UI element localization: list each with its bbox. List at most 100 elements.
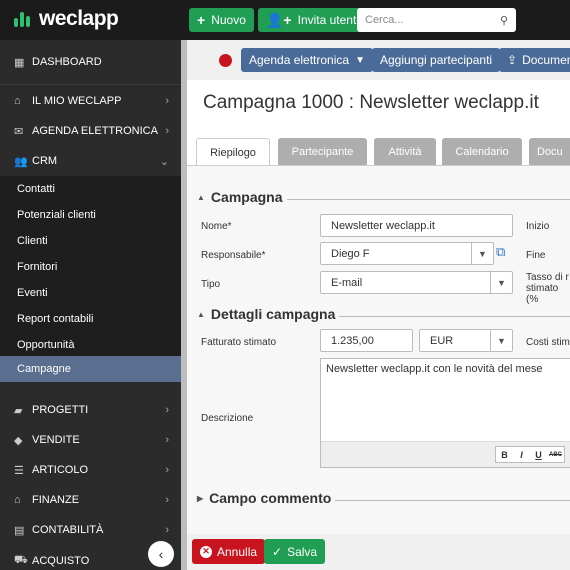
rich-text-toolbar: B I U ABC: [321, 441, 570, 467]
chevron-right-icon: ›: [165, 464, 169, 476]
responsible-select[interactable]: Diego F ▼: [320, 242, 494, 265]
tab-label: Riepilogo: [210, 146, 256, 159]
revenue-value: 1.235,00: [331, 334, 374, 347]
tab-label: Partecipante: [291, 146, 354, 158]
section-campagna[interactable]: ▲ Campagna: [197, 189, 283, 205]
sidebar-item-finanze[interactable]: ⌂ FINANZE ›: [0, 485, 181, 515]
sidebar-sub-opportunita[interactable]: Opportunità: [0, 332, 181, 358]
sidebar-sub-label: Eventi: [17, 287, 48, 299]
tab-label: Attività: [388, 146, 422, 158]
list-icon: ☰: [14, 464, 24, 477]
check-icon: ✓: [272, 544, 283, 559]
logo[interactable]: weclapp: [14, 7, 119, 31]
sidebar-sub-report-contabili[interactable]: Report contabili: [0, 306, 181, 332]
sidebar-sub-eventi[interactable]: Eventi: [0, 280, 181, 306]
strikethrough-icon[interactable]: ABC: [547, 447, 564, 462]
response-rate-label-line1: Tasso di r: [526, 272, 569, 283]
agenda-dropdown-button[interactable]: Agenda elettronica ▼: [241, 48, 373, 72]
sidebar-item-articolo[interactable]: ☰ ARTICOLO ›: [0, 455, 181, 485]
home-icon: ⌂: [14, 95, 21, 107]
chevron-right-icon: ›: [165, 95, 169, 107]
revenue-label: Fatturato stimato: [201, 337, 277, 348]
sidebar-item-my-weclapp[interactable]: ⌂ IL MIO WECLAPP ›: [0, 86, 181, 116]
sidebar-sub-label: Campagne: [17, 363, 71, 375]
search-icon[interactable]: ⚲: [500, 14, 508, 27]
bank-icon: ⌂: [14, 494, 21, 506]
revenue-field[interactable]: 1.235,00: [320, 329, 413, 352]
sidebar-sub-label: Fornitori: [17, 261, 58, 273]
chevron-down-icon[interactable]: ▼: [490, 272, 512, 293]
status-dot-icon: [219, 54, 232, 67]
tab-riepilogo[interactable]: Riepilogo: [196, 138, 270, 166]
sidebar-sub-campagne[interactable]: Campagne: [0, 356, 181, 382]
sidebar-sub-label: Report contabili: [17, 313, 94, 325]
sidebar-item-label: FINANZE: [32, 494, 80, 506]
calculator-icon: ▤: [14, 524, 25, 537]
currency-select[interactable]: EUR ▼: [419, 329, 513, 352]
form-footer: ✕ Annulla ✓ Salva: [187, 534, 570, 570]
agenda-button-label: Agenda elettronica: [249, 53, 350, 67]
collapse-triangle-icon: ▲: [197, 192, 205, 202]
sidebar-divider: [0, 84, 181, 85]
close-icon: ✕: [200, 545, 212, 558]
section-campo-commento[interactable]: ▶ Campo commento: [197, 490, 331, 506]
sidebar-item-progetti[interactable]: ▰ PROGETTI ›: [0, 395, 181, 425]
underline-icon[interactable]: U: [530, 447, 547, 462]
end-label: Fine: [526, 250, 546, 261]
sidebar-item-dashboard[interactable]: ▦ DASHBOARD: [0, 47, 181, 77]
tab-documenti[interactable]: Docu: [529, 138, 570, 166]
italic-icon[interactable]: I: [513, 447, 530, 462]
section-title: Dettagli campagna: [210, 306, 336, 322]
sidebar-item-contabilita[interactable]: ▤ CONTABILITÀ ›: [0, 515, 181, 545]
type-label: Tipo: [201, 279, 221, 290]
sidebar-item-vendite[interactable]: ◆ VENDITE ›: [0, 425, 181, 455]
add-participants-button[interactable]: Aggiungi partecipanti: [372, 48, 501, 72]
tab-calendario[interactable]: Calendario: [442, 138, 522, 166]
chevron-down-icon: ▼: [355, 54, 365, 66]
save-button[interactable]: ✓ Salva: [264, 539, 326, 564]
tab-partecipante[interactable]: Partecipante: [278, 138, 367, 166]
type-select[interactable]: E-mail ▼: [320, 271, 513, 294]
cancel-button[interactable]: ✕ Annulla: [192, 539, 266, 564]
bold-icon[interactable]: B: [496, 447, 513, 462]
add-user-icon: 👤+: [266, 11, 292, 28]
sidebar-item-crm[interactable]: 👥 CRM ⌄: [0, 146, 181, 176]
section-dettagli-campagna[interactable]: ▲ Dettagli campagna: [197, 306, 335, 322]
response-rate-label-line2: stimato (%: [526, 283, 559, 305]
form-content: ▲ Campagna Nome* Newsletter weclapp.it I…: [187, 166, 570, 534]
logo-text: weclapp: [39, 7, 119, 30]
external-link-icon[interactable]: ⧉: [496, 244, 505, 260]
chevron-down-icon[interactable]: ▼: [490, 330, 512, 351]
chevron-left-icon: ‹: [158, 546, 164, 562]
search-placeholder: Cerca...: [365, 14, 404, 26]
document-button[interactable]: ⇪ Documen: [499, 48, 570, 72]
chevron-down-icon[interactable]: ▼: [471, 243, 493, 264]
name-field[interactable]: Newsletter weclapp.it: [320, 214, 513, 237]
sidebar-sub-potenziali-clienti[interactable]: Potenziali clienti: [0, 202, 181, 228]
cancel-label: Annulla: [217, 544, 258, 559]
tab-attivita[interactable]: Attività: [374, 138, 436, 166]
rich-text-buttons: B I U ABC: [495, 446, 565, 463]
new-button[interactable]: + Nuovo: [189, 8, 254, 32]
sidebar-item-label: ACQUISTO: [32, 555, 90, 567]
logo-icon: [14, 9, 34, 29]
sidebar-sub-fornitori[interactable]: Fornitori: [0, 254, 181, 280]
sidebar-sub-clienti[interactable]: Clienti: [0, 228, 181, 254]
collapse-sidebar-button[interactable]: ‹: [148, 541, 174, 567]
name-value: Newsletter weclapp.it: [331, 219, 435, 232]
invite-user-label: Invita utente: [297, 13, 363, 27]
envelope-icon: ✉: [14, 125, 24, 138]
search-input[interactable]: Cerca... ⚲: [357, 8, 516, 32]
top-bar: weclapp + Nuovo 👤+ Invita utente Cerca..…: [0, 0, 570, 40]
invite-user-button[interactable]: 👤+ Invita utente: [258, 8, 371, 32]
page-title: Campagna 1000 : Newsletter weclapp.it: [203, 92, 539, 113]
cost-label: Costi stim: [526, 337, 570, 348]
save-label: Salva: [287, 544, 318, 559]
collapse-triangle-icon: ▲: [197, 309, 205, 319]
sidebar-item-agenda[interactable]: ✉ AGENDA ELETTRONICA ›: [0, 116, 181, 146]
description-editor[interactable]: Newsletter weclapp.it con le novità del …: [320, 358, 570, 468]
sidebar-item-label: DASHBOARD: [32, 56, 102, 68]
sidebar-sub-contatti[interactable]: Contatti: [0, 176, 181, 202]
upload-icon: ⇪: [507, 53, 518, 67]
action-bar: Agenda elettronica ▼ Aggiungi partecipan…: [187, 40, 570, 80]
